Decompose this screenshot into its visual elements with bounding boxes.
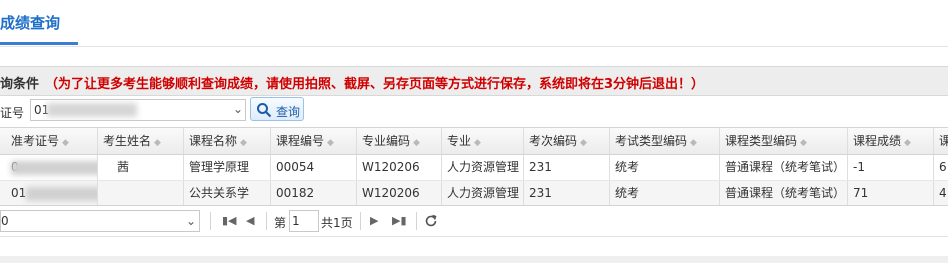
chevron-down-icon: ⌄ [185,214,196,228]
prev-page-icon[interactable]: ◀ [246,214,254,227]
cell-extra: 6 [939,160,947,174]
cell-course-name: 公共关系学 [184,181,271,205]
sort-icon: ◆ [413,138,420,148]
sort-icon: ◆ [474,138,481,148]
sort-icon: ◆ [580,138,587,148]
sort-icon: ◆ [327,138,334,148]
col-header[interactable]: 准考证号 ◆ [6,128,98,154]
ticket-number-select[interactable]: 01 ⌄ [30,99,246,121]
exit-warning: （为了让更多考生能够顺利查询成绩，请使用拍照、截屏、另存页面等方式进行保存，系统… [45,77,705,92]
tab-score-query[interactable]: 成绩查询 [0,12,60,46]
tab-bar: 成绩查询 [0,0,948,47]
table-header: 准考证号 ◆ 考生姓名 ◆ 课程名称 ◆ 课程编号 ◆ 专业编码 ◆ 专业 ◆ 考次编码 ◆ … [0,128,948,155]
col-header[interactable]: 专业编码 ◆ [357,128,442,154]
col-header[interactable]: 考生姓名 ◆ [98,128,184,154]
sort-icon: ◆ [690,138,697,148]
page-size-value: 0 [1,214,9,228]
next-page-icon[interactable]: ▶ [370,214,378,227]
pager-divider [210,212,211,230]
cell-name: 茜 [98,155,184,180]
redacted-value [26,187,97,201]
table-row[interactable]: 01 公共关系学 00182 W120206 人力资源管理 231 统考 普通课… [0,181,948,205]
col-header[interactable]: 课程编号 ◆ [271,128,357,154]
bottom-strip [0,256,948,263]
search-row: 证号 01 ⌄ 查询 [0,96,948,126]
query-conditions-bar: 询条件 （为了让更多考生能够顺利查询成绩，请使用拍照、截屏、另存页面等方式进行保… [0,66,948,96]
cell-course-type: 普通课程（统考笔试） [720,181,848,205]
first-page-icon[interactable]: ▮◀ [222,214,237,227]
page-number-input[interactable]: 1 [289,210,319,232]
search-icon [257,103,272,118]
cell-major-code: W120206 [357,155,442,180]
last-page-icon[interactable]: ▶▮ [392,214,407,227]
sort-icon: ◆ [904,138,911,148]
sort-icon: ◆ [62,138,69,148]
tab-active-indicator [0,42,78,45]
cell-major: 人力资源管理 [442,155,524,180]
cell-extra: 4 [939,186,947,200]
col-header[interactable]: 课程名称 ◆ [184,128,271,154]
sort-icon: ◆ [240,138,247,148]
cell-major-code: W120206 [357,181,442,205]
col-header[interactable]: 考次编码 ◆ [524,128,610,154]
query-button[interactable]: 查询 [250,97,304,121]
cell-exam-type: 统考 [610,155,720,180]
sort-icon: ◆ [800,138,807,148]
page-size-select[interactable]: 0 ⌄ [0,210,200,232]
col-header[interactable]: 课程类型编码 ◆ [720,128,848,154]
total-pages: 共1页 [321,216,353,230]
cell-ticket: 01 [6,181,98,205]
chevron-down-icon: ⌄ [232,102,243,116]
cell-course-code: 00054 [271,155,357,180]
redacted-value [47,103,137,117]
cell-course-type: 普通课程（统考笔试） [720,155,848,180]
cell-score: -1 [848,155,934,180]
col-header[interactable]: 课 [934,128,948,154]
cell-exam-code: 231 [524,181,610,205]
conditions-label: 询条件 [0,77,40,92]
cell-score: 71 [848,181,934,205]
sort-icon: ◆ [154,138,161,148]
cell-ticket: 0 [6,155,98,180]
cell-exam-type: 统考 [610,181,720,205]
refresh-icon[interactable] [424,214,438,228]
redacted-value [11,161,97,175]
pager-divider [360,212,361,230]
page-prefix: 第 [274,216,287,230]
pager-divider [266,212,267,230]
col-header[interactable]: 专业 ◆ [442,128,524,154]
cell-exam-code: 231 [524,155,610,180]
col-header[interactable]: 考试类型编码 ◆ [610,128,720,154]
cell-major: 人力资源管理 [442,181,524,205]
col-header[interactable]: 课程成绩 ◆ [848,128,934,154]
table-row[interactable]: 0 茜 管理学原理 00054 W120206 人力资源管理 231 统考 普通… [0,155,948,181]
query-button-label: 查询 [276,105,301,119]
score-table: 准考证号 ◆ 考生姓名 ◆ 课程名称 ◆ 课程编号 ◆ 专业编码 ◆ 专业 ◆ 考次编码 ◆ … [0,127,948,206]
pagination-bar: 0 ⌄ ▮◀ ◀ 第 1 共1页 ▶ ▶▮ [0,206,948,237]
ticket-number-label: 证号 [0,106,25,120]
pager-divider [416,212,417,230]
cell-course-code: 00182 [271,181,357,205]
cell-name [98,181,184,205]
cell-course-name: 管理学原理 [184,155,271,180]
